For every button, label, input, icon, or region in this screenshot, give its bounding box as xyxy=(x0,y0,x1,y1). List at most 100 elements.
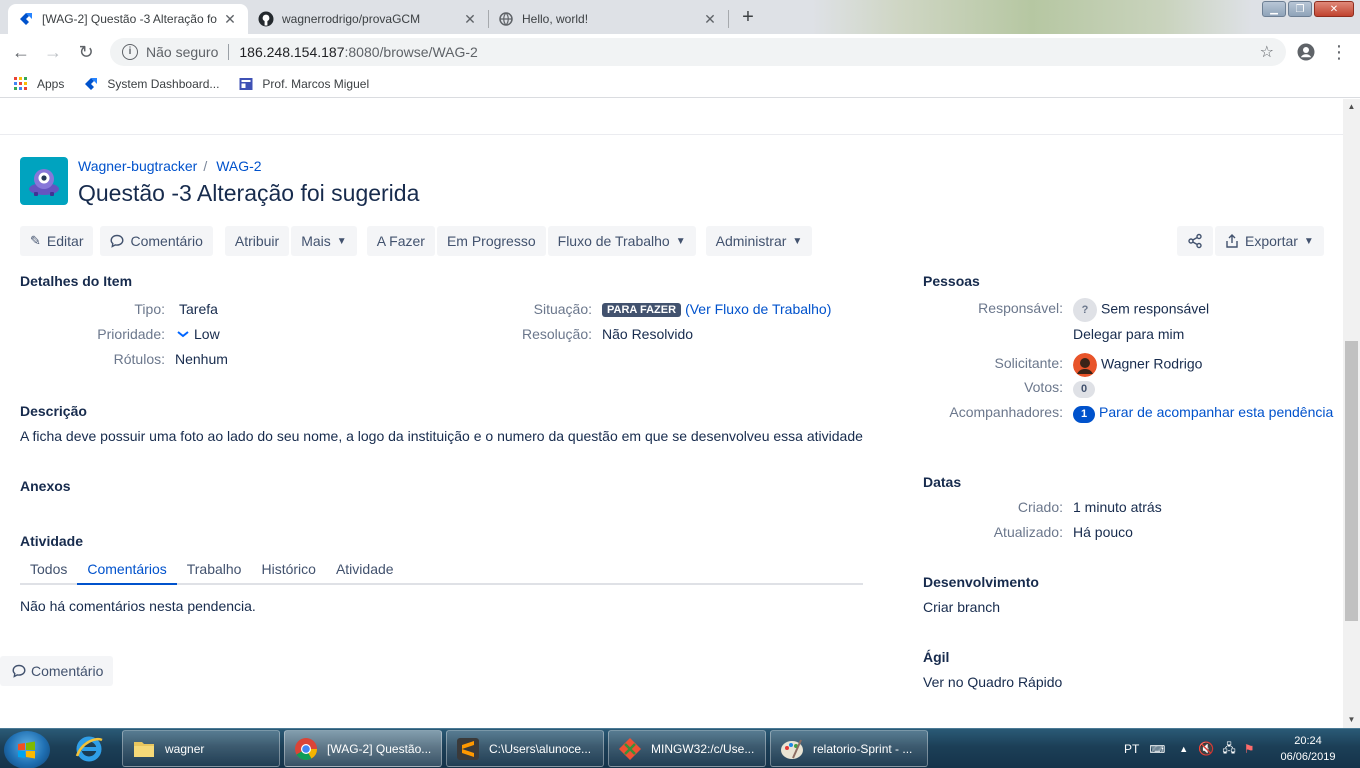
reload-icon[interactable]: ↻ xyxy=(73,40,99,64)
bookmark-apps[interactable]: Apps xyxy=(14,76,64,91)
stop-watching-link[interactable]: Parar de acompanhar esta pendência xyxy=(1099,404,1333,420)
created-value: 1 minuto atrás xyxy=(1073,499,1162,515)
taskbar-item-git-bash[interactable]: MINGW32:/c/Use... xyxy=(608,730,766,767)
network-icon[interactable]: 🖧 xyxy=(1222,739,1235,760)
view-workflow-link[interactable]: (Ver Fluxo de Trabalho) xyxy=(685,301,831,317)
browser-tab-github[interactable]: wagnerrodrigo/provaGCM ✕ xyxy=(248,4,488,34)
page-scrollbar[interactable]: ▲ ▼ xyxy=(1343,99,1360,728)
updated-label: Atualizado: xyxy=(993,524,1063,540)
share-button[interactable] xyxy=(1177,226,1213,256)
address-separator xyxy=(228,44,230,60)
restore-window-icon[interactable]: ❐ xyxy=(1288,1,1312,17)
assign-button[interactable]: Atribuir xyxy=(224,226,290,256)
todo-transition-button[interactable]: A Fazer xyxy=(366,226,435,256)
labels-value: Nenhum xyxy=(175,351,228,367)
browser-tab-hello[interactable]: Hello, world! ✕ xyxy=(488,4,728,34)
taskbar-item-sublime[interactable]: C:\Users\alunoce... xyxy=(446,730,604,767)
bookmark-star-icon[interactable]: ☆ xyxy=(1260,42,1274,62)
create-branch-link[interactable]: Criar branch xyxy=(923,599,1000,615)
breadcrumb-project-link[interactable]: Wagner-bugtracker xyxy=(78,158,197,174)
profile-avatar-icon[interactable] xyxy=(1293,40,1319,64)
comment-button[interactable]: Comentário xyxy=(100,226,213,256)
scroll-down-arrow-icon[interactable]: ▼ xyxy=(1343,712,1360,728)
tab-comments[interactable]: Comentários xyxy=(77,561,177,585)
system-clock[interactable]: 20:24 06/06/2019 xyxy=(1268,733,1348,765)
activity-section-title: Atividade xyxy=(20,533,84,549)
assignee-label: Responsável: xyxy=(978,300,1063,316)
paint-icon xyxy=(781,739,803,759)
created-label: Criado: xyxy=(1017,499,1063,515)
project-avatar-icon[interactable] xyxy=(20,157,68,205)
view-on-board-link[interactable]: Ver no Quadro Rápido xyxy=(923,674,1062,690)
bookmark-system-dashboard[interactable]: System Dashboard... xyxy=(84,77,219,91)
back-arrow-icon[interactable]: ← xyxy=(8,40,34,64)
activity-tabs: Todos Comentários Trabalho Histórico Ati… xyxy=(20,561,863,585)
globe-favicon-icon xyxy=(498,11,514,27)
edit-button-label: Editar xyxy=(46,233,84,249)
export-dropdown-button[interactable]: Exportar ▼ xyxy=(1215,226,1324,256)
admin-dropdown-button[interactable]: Administrar ▼ xyxy=(705,226,813,256)
taskbar-item-chrome[interactable]: [WAG-2] Questão... xyxy=(284,730,442,767)
reporter-avatar[interactable] xyxy=(1073,353,1097,377)
admin-button-label: Administrar xyxy=(715,233,787,249)
taskbar-item-explorer[interactable]: wagner xyxy=(122,730,280,767)
scrollbar-thumb[interactable] xyxy=(1345,341,1358,621)
labels-label: Rótulos: xyxy=(113,351,165,367)
assign-to-me-link[interactable]: Delegar para mim xyxy=(1073,326,1184,342)
new-tab-plus-icon[interactable]: + xyxy=(736,6,760,30)
forward-arrow-icon[interactable]: → xyxy=(40,40,66,64)
watchers-count-badge[interactable]: 1 xyxy=(1073,406,1095,423)
browser-tab-title: Hello, world! xyxy=(522,12,589,26)
in-progress-button-label: Em Progresso xyxy=(446,233,536,249)
language-indicator[interactable]: PT xyxy=(1124,742,1139,756)
browser-tab-jira[interactable]: [WAG-2] Questão -3 Alteração fo ✕ xyxy=(8,4,248,34)
internet-explorer-icon[interactable] xyxy=(62,731,116,767)
votes-value: 0 xyxy=(1073,379,1095,398)
taskbar-item-label: MINGW32:/c/Use... xyxy=(651,741,755,756)
export-button-label: Exportar xyxy=(1245,233,1298,249)
breadcrumb: Wagner-bugtracker / WAG-2 xyxy=(78,158,262,174)
add-comment-button[interactable]: Comentário xyxy=(0,656,114,686)
show-hidden-icons-icon[interactable]: ▲ xyxy=(1179,744,1188,754)
breadcrumb-issue-key-link[interactable]: WAG-2 xyxy=(216,158,261,174)
bookmark-prof-marcos[interactable]: Prof. Marcos Miguel xyxy=(239,77,369,91)
priority-low-icon xyxy=(177,331,189,338)
minimize-window-icon[interactable]: ▁ xyxy=(1262,1,1286,17)
issue-summary-title[interactable]: Questão -3 Alteração foi sugerida xyxy=(78,180,419,207)
action-center-flag-icon[interactable]: ⚑ xyxy=(1244,742,1255,756)
tab-history[interactable]: Histórico xyxy=(251,561,325,585)
comment-bubble-icon xyxy=(110,234,124,248)
reporter-text[interactable]: Wagner Rodrigo xyxy=(1101,356,1202,372)
folder-icon xyxy=(134,741,154,757)
priority-value: Low xyxy=(176,326,220,342)
close-window-icon[interactable]: ✕ xyxy=(1314,1,1354,17)
add-comment-button-label: Comentário xyxy=(31,663,104,679)
close-tab-icon[interactable]: ✕ xyxy=(702,11,718,28)
browser-menu-icon[interactable]: ⋮ xyxy=(1326,40,1352,64)
volume-muted-icon[interactable]: 🔇 xyxy=(1198,741,1214,757)
description-text[interactable]: A ficha deve possuir uma foto ao lado do… xyxy=(20,428,863,444)
workflow-dropdown-button[interactable]: Fluxo de Trabalho ▼ xyxy=(547,226,696,256)
votes-count-badge[interactable]: 0 xyxy=(1073,381,1095,398)
info-icon[interactable]: i xyxy=(122,44,138,60)
in-progress-transition-button[interactable]: Em Progresso xyxy=(436,226,546,256)
tab-activity[interactable]: Atividade xyxy=(326,561,404,585)
priority-text: Low xyxy=(194,326,220,342)
watchers-label: Acompanhadores: xyxy=(949,404,1063,420)
taskbar-item-paint[interactable]: relatorio-Sprint - ... xyxy=(770,730,928,767)
keyboard-icon[interactable]: ⌨ xyxy=(1149,743,1165,756)
close-tab-icon[interactable]: ✕ xyxy=(222,11,238,28)
taskbar-item-label: [WAG-2] Questão... xyxy=(327,741,432,756)
edit-button[interactable]: ✎ Editar xyxy=(20,226,94,256)
tab-worklog[interactable]: Trabalho xyxy=(177,561,252,585)
scroll-up-arrow-icon[interactable]: ▲ xyxy=(1343,99,1360,115)
close-tab-icon[interactable]: ✕ xyxy=(462,11,478,28)
tab-all[interactable]: Todos xyxy=(20,561,77,585)
bookmark-label: System Dashboard... xyxy=(107,76,220,91)
address-bar[interactable]: i Não seguro 186.248.154.187 :8080/brows… xyxy=(110,38,1286,66)
type-value: Tarefa xyxy=(179,301,218,317)
start-button[interactable] xyxy=(4,731,50,768)
more-dropdown-button[interactable]: Mais ▼ xyxy=(291,226,357,256)
browser-tabstrip: [WAG-2] Questão -3 Alteração fo ✕ wagner… xyxy=(0,0,1360,34)
issue-operations-toolbar: ✎ Editar Comentário Atribuir Mais ▼ A Fa… xyxy=(20,226,814,256)
